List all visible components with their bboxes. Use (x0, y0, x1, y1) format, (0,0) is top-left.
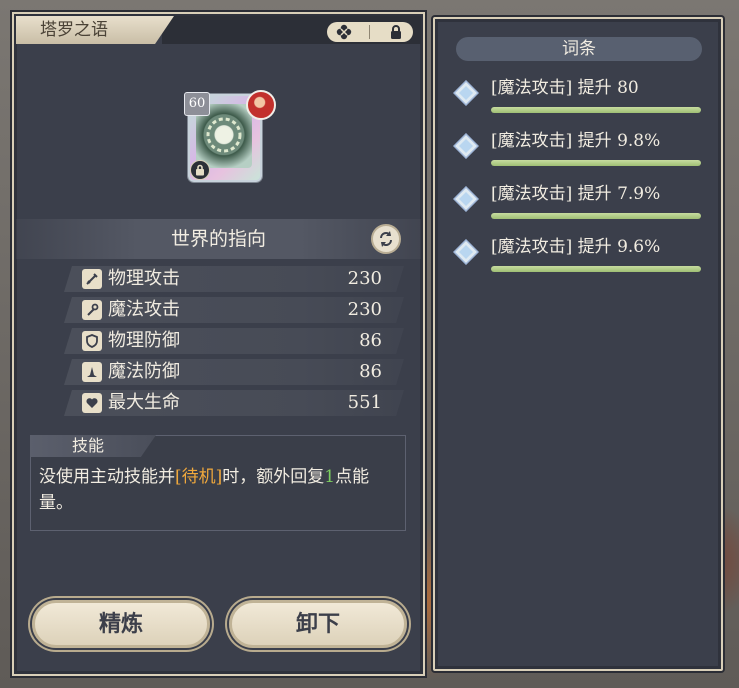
skill-desc-text: 时，额外回复 (222, 467, 325, 487)
stat-row-physical-defense: 物理防御 86 (64, 328, 404, 354)
skill-title: 技能 (30, 435, 156, 457)
item-name-band: 世界的指向 (16, 219, 421, 259)
heart-icon (82, 393, 102, 413)
diamond-gem-icon (453, 186, 479, 212)
stat-label: 物理攻击 (108, 268, 180, 289)
divider (369, 25, 371, 39)
header-strip (162, 16, 421, 44)
equipment-detail-panel: 塔罗之语 60 世界的指向 物理攻击 230 魔法攻击 230 物理防御 86 … (12, 12, 425, 676)
diamond-gem-icon (453, 239, 479, 265)
stat-row-max-hp: 最大生命 551 (64, 390, 404, 416)
stat-label: 魔法防御 (108, 361, 180, 382)
affix-bar (491, 266, 701, 272)
stat-label: 魔法攻击 (108, 299, 180, 320)
affix-row: [魔法攻击] 提升 9.8% (449, 127, 711, 177)
wizard-hat-icon (82, 362, 102, 382)
affix-text: [魔法攻击] 提升 9.8% (491, 131, 661, 151)
stat-row-physical-attack: 物理攻击 230 (64, 266, 404, 292)
card-lock-icon (190, 160, 210, 180)
stat-value: 230 (347, 268, 382, 289)
unequip-button[interactable]: 卸下 (229, 600, 407, 648)
lock-icon[interactable] (387, 23, 405, 41)
affix-text: [魔法攻击] 提升 7.9% (491, 184, 661, 204)
affix-bar-fill (491, 266, 701, 272)
stat-row-magic-attack: 魔法攻击 230 (64, 297, 404, 323)
skill-energy-amount: 1 (324, 467, 336, 487)
affix-bar (491, 107, 701, 113)
staff-icon (82, 300, 102, 320)
affix-bar-fill (491, 160, 701, 166)
skill-keyword: 待机 (181, 467, 216, 487)
stat-label: 最大生命 (108, 392, 180, 413)
card-level-badge: 60 (184, 92, 210, 116)
affix-row: [魔法攻击] 提升 80 (449, 74, 711, 124)
affix-text: [魔法攻击] 提升 80 (491, 78, 639, 98)
shield-icon (82, 331, 102, 351)
diamond-gem-icon (453, 80, 479, 106)
refine-button[interactable]: 精炼 (32, 600, 210, 648)
stat-value: 230 (347, 299, 382, 320)
panel-title-tab: 塔罗之语 (16, 16, 174, 44)
stat-label: 物理防御 (108, 330, 180, 351)
diamond-gem-icon (453, 133, 479, 159)
affix-bar (491, 213, 701, 219)
swap-icon (380, 231, 392, 247)
affix-panel: 词条 [魔法攻击] 提升 80 [魔法攻击] 提升 9.8% [魔法攻击] 提升… (433, 17, 723, 671)
stat-row-magic-defense: 魔法防御 86 (64, 359, 404, 385)
affix-bar-fill (491, 107, 701, 113)
clover-icon[interactable] (335, 23, 353, 41)
affix-bar-fill (491, 213, 701, 219)
skill-box: 技能 没使用主动技能并[待机]时，额外回复1点能量。 (30, 435, 406, 531)
equipment-card[interactable]: 60 (184, 90, 276, 182)
affix-bar (491, 160, 701, 166)
stat-value: 86 (359, 361, 382, 382)
sword-icon (82, 269, 102, 289)
character-avatar-icon (246, 90, 276, 120)
affix-title: 词条 (456, 37, 702, 61)
header-controls (327, 22, 413, 42)
skill-desc-text: 没使用主动技能并 (39, 467, 175, 487)
affix-text: [魔法攻击] 提升 9.6% (491, 237, 661, 257)
item-name: 世界的指向 (170, 228, 266, 250)
affix-row: [魔法攻击] 提升 9.6% (449, 233, 711, 283)
swap-button[interactable] (371, 224, 401, 254)
stat-value: 86 (359, 330, 382, 351)
stat-value: 551 (347, 392, 382, 413)
skill-description: 没使用主动技能并[待机]时，额外回复1点能量。 (39, 464, 393, 516)
skill-desc-bracket: [ (175, 467, 182, 487)
affix-row: [魔法攻击] 提升 7.9% (449, 180, 711, 230)
